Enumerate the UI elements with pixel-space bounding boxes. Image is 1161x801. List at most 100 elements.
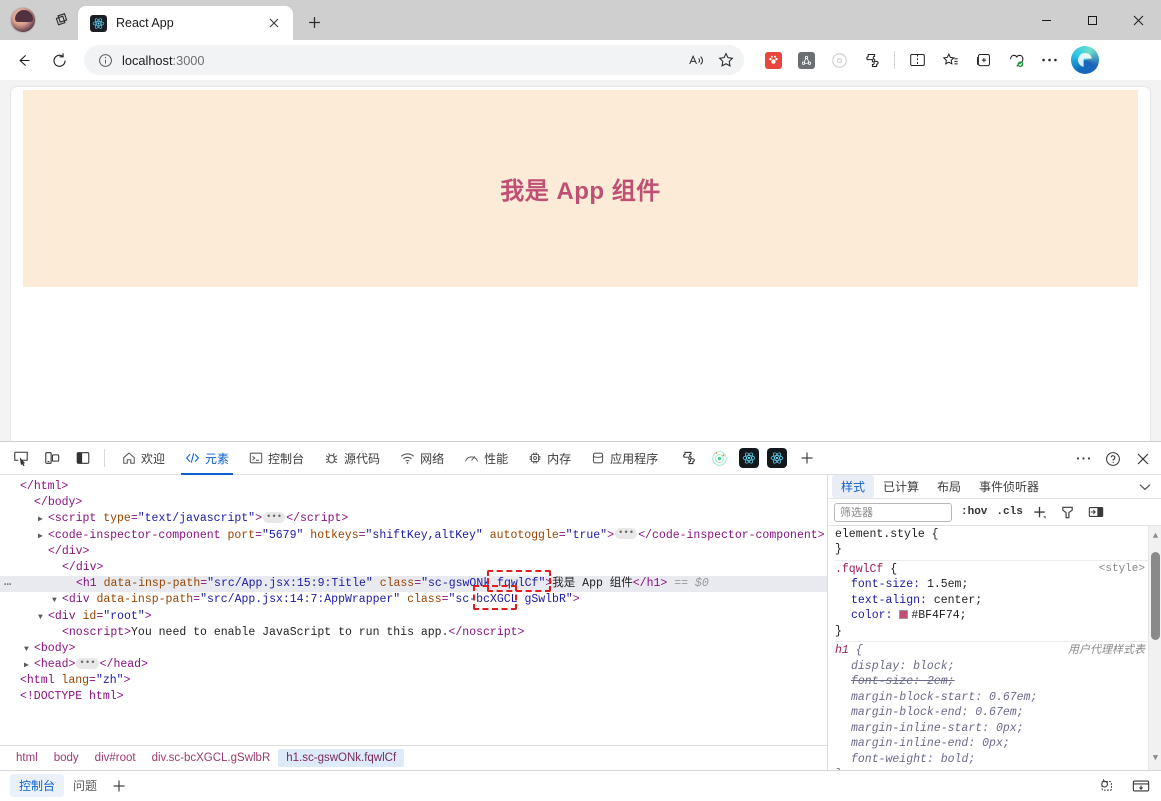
expand-ellipsis-icon[interactable]: ••• <box>263 512 285 523</box>
back-button[interactable] <box>6 45 40 75</box>
devtools-tab-5[interactable]: 性能 <box>454 442 518 475</box>
close-icon[interactable] <box>263 12 285 34</box>
drawer-add-tab-button[interactable] <box>106 774 132 798</box>
address-input[interactable]: localhost:3000 <box>84 45 744 75</box>
style-declaration[interactable]: text-align: center; <box>835 593 1161 609</box>
style-declaration[interactable]: display: block; <box>835 659 1161 675</box>
react-components-icon[interactable] <box>739 448 759 468</box>
style-rule-origin[interactable]: <style> <box>1099 562 1145 578</box>
disclosure-triangle-icon[interactable]: ▶ <box>24 658 34 674</box>
dom-node[interactable]: </div> <box>0 544 827 560</box>
collections-icon[interactable] <box>968 46 998 74</box>
cls-toggle[interactable]: .cls <box>996 506 1022 518</box>
dom-node[interactable]: <!DOCTYPE html> <box>0 689 827 705</box>
dom-node[interactable]: ▶<code-inspector-component port="5679" h… <box>0 528 827 544</box>
chevron-down-icon[interactable] <box>1139 483 1151 491</box>
devtools-tab-1[interactable]: 元素 <box>175 442 239 475</box>
dom-node[interactable]: </div> <box>0 560 827 576</box>
react-profiler-icon[interactable] <box>767 448 787 468</box>
style-rule[interactable]: element.style {} <box>835 526 1161 561</box>
devtools-panel-icon[interactable] <box>1129 775 1153 797</box>
dom-node[interactable]: </body> <box>0 495 827 511</box>
devtools-tab-2[interactable]: 控制台 <box>239 442 314 475</box>
computed-sidebar-icon[interactable] <box>1085 502 1107 522</box>
dom-node[interactable]: <html lang="zh"> <box>0 673 827 689</box>
atom-icon[interactable] <box>705 445 734 471</box>
inspect-element-icon[interactable] <box>6 445 35 471</box>
breadcrumb-item-0[interactable]: html <box>8 749 46 767</box>
close-window-button[interactable] <box>1115 0 1161 40</box>
dom-node[interactable]: ⋯ <h1 data-insp-path="src/App.jsx:15:9:T… <box>0 576 827 592</box>
style-declaration[interactable]: margin-inline-end: 0px; <box>835 736 1161 752</box>
disclosure-triangle-icon[interactable]: ▶ <box>38 512 48 528</box>
copilot-icon[interactable] <box>1071 46 1099 74</box>
styles-tab-2[interactable]: 布局 <box>928 475 970 498</box>
puzzle-icon[interactable] <box>674 445 703 471</box>
style-declaration[interactable]: margin-block-start: 0.67em; <box>835 690 1161 706</box>
style-declaration[interactable]: font-weight: bold; <box>835 752 1161 768</box>
new-style-rule-icon[interactable] <box>1029 502 1051 522</box>
favorite-star-icon[interactable] <box>712 47 740 73</box>
close-devtools-icon[interactable] <box>1129 446 1157 472</box>
devtools-tab-7[interactable]: 应用程序 <box>581 442 668 475</box>
breadcrumb-item-2[interactable]: div#root <box>87 749 144 767</box>
style-rules-list[interactable]: element.style {}<style>.fqwlCf {font-siz… <box>828 526 1161 770</box>
extension-red-icon[interactable] <box>758 46 788 74</box>
disclosure-triangle-icon[interactable]: ▶ <box>38 529 48 545</box>
dom-node[interactable]: ▼<body> <box>0 641 827 657</box>
minimize-button[interactable] <box>1023 0 1069 40</box>
disclosure-triangle-icon[interactable]: ▼ <box>38 610 48 626</box>
style-rule[interactable]: 用户代理样式表h1 {display: block;font-size: 2em… <box>835 642 1161 770</box>
maximize-button[interactable] <box>1069 0 1115 40</box>
breadcrumb-item-4[interactable]: h1.sc-gswONk.fqwlCf <box>278 749 404 767</box>
dom-node[interactable]: ▼<div id="root"> <box>0 609 827 625</box>
disclosure-triangle-icon[interactable]: ▼ <box>24 642 34 658</box>
styles-tab-3[interactable]: 事件侦听器 <box>970 475 1048 498</box>
dom-tree[interactable]: </html> </body>▶<script type="text/javas… <box>0 475 827 745</box>
style-declaration[interactable]: margin-inline-start: 0px; <box>835 721 1161 737</box>
devtools-tab-4[interactable]: 网络 <box>390 442 454 475</box>
disclosure-triangle-icon[interactable]: ▼ <box>52 593 62 609</box>
styles-filter-input[interactable]: 筛选器 <box>834 503 952 522</box>
browser-essentials-icon[interactable] <box>1001 46 1031 74</box>
devtools-tab-6[interactable]: 内存 <box>518 442 581 475</box>
element-state-icon[interactable] <box>1057 502 1079 522</box>
dom-node[interactable]: ▶<head>•••</head> <box>0 657 827 673</box>
color-swatch[interactable] <box>899 610 908 619</box>
split-screen-icon[interactable] <box>902 46 932 74</box>
extension-circle-icon[interactable] <box>824 46 854 74</box>
dom-node[interactable]: ▼<div data-insp-path="src/App.jsx:14:7:A… <box>0 592 827 608</box>
avatar[interactable] <box>10 7 36 33</box>
styles-tab-0[interactable]: 样式 <box>832 475 874 498</box>
browser-tab[interactable]: React App <box>78 6 293 40</box>
style-declaration[interactable]: font-size: 2em; <box>835 674 1161 690</box>
favorites-list-icon[interactable] <box>935 46 965 74</box>
breadcrumb-item-1[interactable]: body <box>46 749 87 767</box>
help-icon[interactable] <box>1099 446 1127 472</box>
drawer-tab-0[interactable]: 控制台 <box>10 774 64 797</box>
info-icon[interactable] <box>94 49 116 71</box>
settings-more-icon[interactable] <box>1034 46 1064 74</box>
style-declaration[interactable]: color: #BF4F74; <box>835 608 1161 624</box>
node-more-icon[interactable]: ⋯ <box>4 577 12 593</box>
dom-node[interactable]: ▶<script type="text/javascript">•••</scr… <box>0 511 827 527</box>
new-tab-button[interactable] <box>299 7 329 37</box>
dom-node[interactable]: </html> <box>0 479 827 495</box>
style-declaration[interactable]: margin-block-end: 0.67em; <box>835 705 1161 721</box>
hov-toggle[interactable]: :hov <box>961 506 987 518</box>
extension-gray-icon[interactable] <box>791 46 821 74</box>
dock-side-icon[interactable] <box>68 445 97 471</box>
extensions-puzzle-icon[interactable] <box>857 46 887 74</box>
drawer-tab-1[interactable]: 问题 <box>64 774 106 797</box>
scroll-down-arrow[interactable]: ▼ <box>1150 751 1161 767</box>
device-toolbar-icon[interactable] <box>37 445 66 471</box>
devtools-refresh-icon[interactable] <box>1093 775 1117 797</box>
styles-tab-1[interactable]: 已计算 <box>874 475 928 498</box>
scroll-up-arrow[interactable]: ▲ <box>1150 529 1161 545</box>
expand-ellipsis-icon[interactable]: ••• <box>615 528 637 539</box>
devtools-tab-0[interactable]: 欢迎 <box>112 442 175 475</box>
reload-button[interactable] <box>42 45 76 75</box>
add-devtools-tab-button[interactable] <box>792 445 821 471</box>
read-aloud-icon[interactable] <box>682 47 710 73</box>
dom-node[interactable]: <noscript>You need to enable JavaScript … <box>0 625 827 641</box>
